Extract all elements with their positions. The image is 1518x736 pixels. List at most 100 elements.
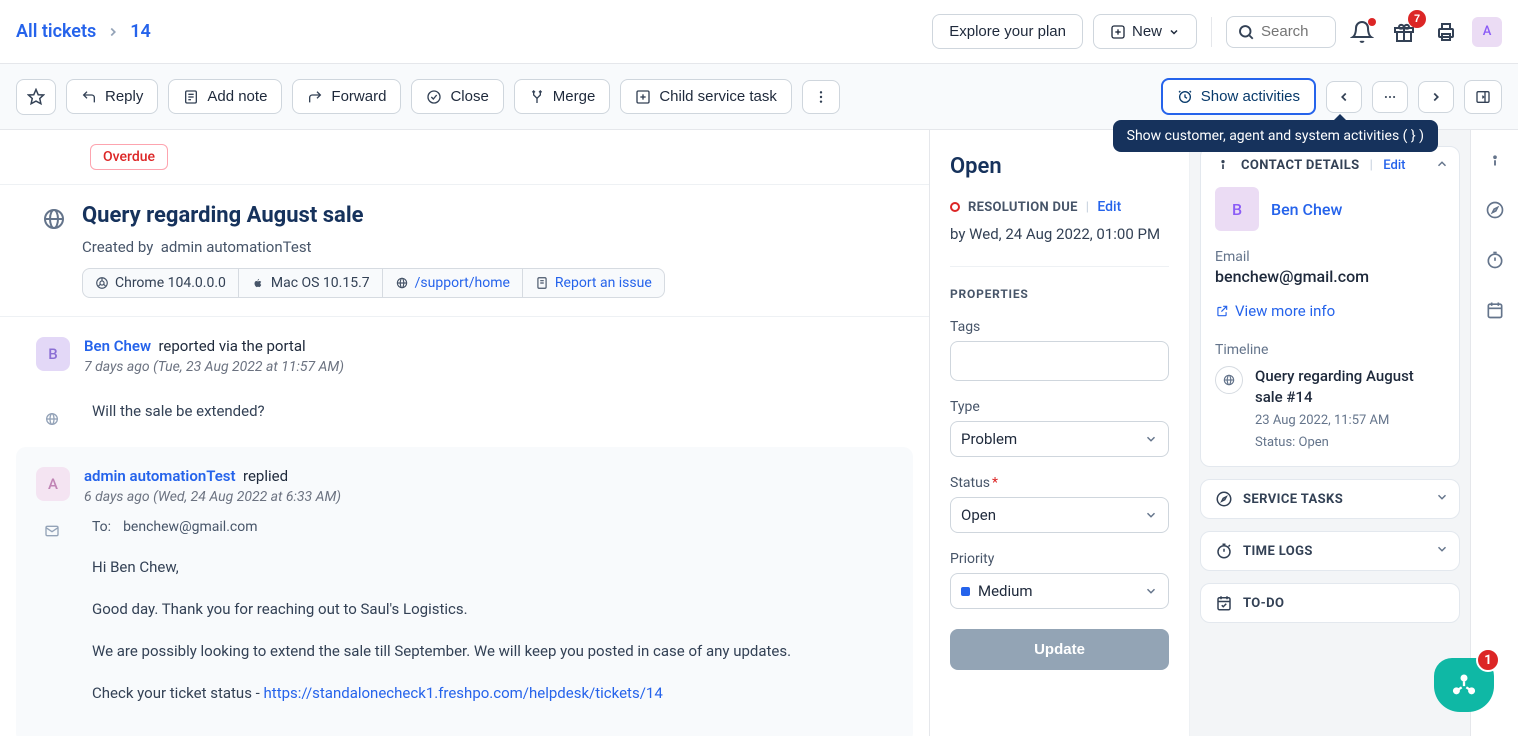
contact-edit-link[interactable]: Edit: [1383, 158, 1405, 173]
rail-compass-button[interactable]: [1481, 196, 1509, 224]
search-icon: [1237, 23, 1255, 41]
todo-panel[interactable]: TO-DO: [1200, 583, 1460, 623]
child-task-button[interactable]: Child service task: [620, 79, 792, 114]
prev-button[interactable]: [1326, 81, 1362, 113]
dots-horizontal-icon: [1383, 90, 1397, 104]
breadcrumb-root[interactable]: All tickets: [16, 21, 96, 42]
rail-calendar-button[interactable]: [1481, 296, 1509, 324]
para: Check your ticket status - https://stand…: [92, 681, 893, 705]
close-button[interactable]: Close: [411, 79, 503, 114]
notification-dot: [1368, 18, 1376, 26]
chip-os: Mac OS 10.15.7: [239, 269, 383, 297]
entry-timestamp: 6 days ago (Wed, 24 Aug 2022 at 6:33 AM): [84, 489, 893, 505]
close-label: Close: [450, 88, 488, 105]
entry-author[interactable]: Ben Chew: [84, 337, 151, 355]
show-activities-button[interactable]: Show activities: [1161, 78, 1316, 115]
ticket-entry-requester: B Ben Chew reported via the portal 7 day…: [0, 317, 929, 447]
chip-path-link[interactable]: /support/home: [415, 275, 510, 291]
email-value: benchew@gmail.com: [1215, 267, 1445, 286]
due-time: by Wed, 24 Aug 2022, 01:00 PM: [950, 223, 1169, 246]
main-layout: Overdue Query regarding August sale Crea…: [0, 130, 1518, 736]
fab-button[interactable]: 1: [1434, 658, 1494, 712]
properties-column: Open RESOLUTION DUE | Edit by Wed, 24 Au…: [930, 130, 1190, 736]
contact-avatar: B: [1215, 187, 1259, 231]
chip-report-link[interactable]: Report an issue: [555, 275, 652, 291]
search-box[interactable]: [1226, 16, 1336, 48]
para: Good day. Thank you for reaching out to …: [92, 597, 893, 621]
stopwatch-icon: [1485, 250, 1505, 270]
update-button[interactable]: Update: [950, 629, 1169, 670]
chip-report[interactable]: Report an issue: [523, 269, 664, 297]
add-note-button[interactable]: Add note: [168, 79, 282, 114]
child-task-label: Child service task: [659, 88, 777, 105]
chip-os-text: Mac OS 10.15.7: [271, 275, 370, 291]
explore-label: Explore your plan: [949, 23, 1066, 40]
action-toolbar: Reply Add note Forward Close Merge Child…: [0, 64, 1518, 130]
notifications-button[interactable]: [1346, 16, 1378, 48]
rail-info-button[interactable]: [1482, 148, 1508, 174]
service-tasks-panel[interactable]: SERVICE TASKS: [1200, 479, 1460, 519]
contact-column: CONTACT DETAILS | Edit B Ben Chew Email …: [1190, 130, 1470, 736]
gift-badge: 7: [1408, 10, 1426, 28]
email-label: Email: [1215, 249, 1445, 265]
para: Hi Ben Chew,: [92, 555, 893, 579]
chrome-icon: [95, 276, 109, 290]
star-button[interactable]: [16, 79, 56, 115]
stopwatch-icon: [1215, 542, 1233, 560]
chevron-right-icon: [106, 25, 120, 39]
printer-button[interactable]: [1430, 16, 1462, 48]
ticket-status-link[interactable]: https://standalonecheck1.freshpo.com/hel…: [264, 684, 663, 702]
chip-browser-text: Chrome 104.0.0.0: [115, 275, 226, 291]
avatar: B: [36, 337, 70, 371]
star-icon: [27, 88, 45, 106]
more-horiz-button[interactable]: [1372, 81, 1408, 113]
resolution-label: RESOLUTION DUE: [968, 200, 1078, 215]
ticket-entry-reply: A admin automationTest replied 6 days ag…: [16, 447, 913, 736]
contact-panel-head[interactable]: CONTACT DETAILS | Edit: [1201, 147, 1459, 183]
compass-icon: [1215, 490, 1233, 508]
breadcrumb-id[interactable]: 14: [130, 21, 151, 42]
search-input[interactable]: [1261, 23, 1321, 40]
rail-stopwatch-button[interactable]: [1481, 246, 1509, 274]
chevron-down-icon: [1435, 490, 1449, 504]
new-label: New: [1132, 23, 1162, 40]
entry-author[interactable]: admin automationTest: [84, 467, 236, 485]
user-avatar[interactable]: A: [1472, 17, 1502, 47]
chevron-down-icon: [1144, 508, 1158, 522]
next-button[interactable]: [1418, 81, 1454, 113]
gift-button[interactable]: 7: [1388, 16, 1420, 48]
status-title: Open: [950, 154, 1169, 179]
new-button[interactable]: New: [1093, 14, 1197, 49]
status-select[interactable]: Open: [950, 497, 1169, 533]
chip-browser: Chrome 104.0.0.0: [83, 269, 239, 297]
priority-select[interactable]: Medium: [950, 573, 1169, 609]
envelope-icon: [44, 523, 60, 539]
time-logs-panel[interactable]: TIME LOGS: [1200, 531, 1460, 571]
tags-label: Tags: [950, 319, 1169, 335]
entry-action: reported via the portal: [158, 337, 305, 355]
chip-path[interactable]: /support/home: [383, 269, 523, 297]
chevron-down-icon: [1144, 432, 1158, 446]
overdue-badge: Overdue: [90, 144, 168, 170]
reply-button[interactable]: Reply: [66, 79, 158, 114]
dots-vertical-icon: [813, 89, 829, 105]
contact-name-link[interactable]: Ben Chew: [1271, 200, 1342, 219]
more-button[interactable]: [802, 80, 840, 114]
to-row: To: benchew@gmail.com: [92, 519, 893, 535]
resolution-edit-link[interactable]: Edit: [1097, 199, 1121, 215]
resolution-due-row: RESOLUTION DUE | Edit: [950, 199, 1169, 215]
timeline-item[interactable]: Query regarding August sale #14 23 Aug 2…: [1215, 366, 1445, 452]
view-more-link[interactable]: View more info: [1215, 302, 1445, 320]
chevron-down-icon: [1435, 542, 1449, 556]
tags-input[interactable]: [950, 341, 1169, 381]
panel-toggle-button[interactable]: [1464, 80, 1502, 114]
merge-button[interactable]: Merge: [514, 79, 611, 114]
printer-icon: [1434, 20, 1458, 44]
reply-icon: [81, 89, 97, 105]
check-circle-icon: [426, 89, 442, 105]
timeline-date: 23 Aug 2022, 11:57 AM: [1255, 412, 1445, 430]
separator: [1211, 17, 1212, 47]
type-select[interactable]: Problem: [950, 421, 1169, 457]
explore-plan-button[interactable]: Explore your plan: [932, 14, 1083, 49]
forward-button[interactable]: Forward: [292, 79, 401, 114]
